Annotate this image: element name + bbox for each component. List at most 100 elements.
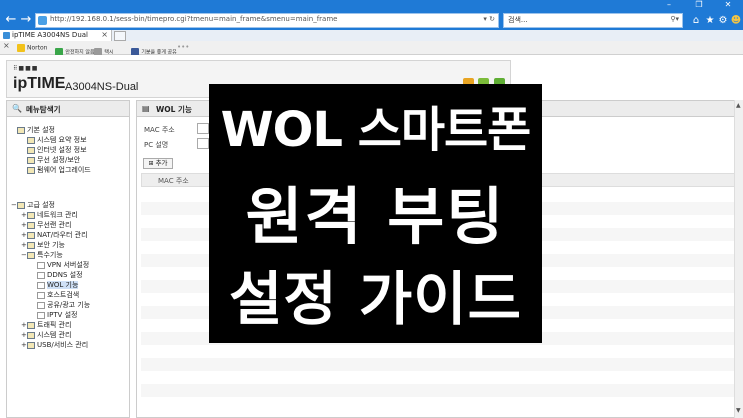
menu-item-label: NAT/라우터 관리 <box>37 231 88 239</box>
menu-item[interactable]: 호스트검색 <box>31 291 79 300</box>
banner-line-3: 설정 가이드 <box>229 265 522 333</box>
page-scrollbar[interactable]: ▲ ▼ <box>734 100 743 418</box>
minimize-button[interactable]: – <box>656 0 682 11</box>
menu-item[interactable]: − 고급 설정 <box>11 201 55 210</box>
search-icon[interactable]: ⚲▾ <box>670 15 679 23</box>
tab-favicon <box>3 32 10 39</box>
add-icon: ⊞ <box>148 160 154 167</box>
refresh-icon[interactable]: ▾ ↻ <box>483 15 495 23</box>
menu-item[interactable]: + 네트워크 관리 <box>21 211 78 220</box>
table-row <box>141 371 735 384</box>
menu-item-label: 기본 설정 <box>27 126 55 134</box>
search-box[interactable]: 검색... ⚲▾ <box>503 13 683 28</box>
scroll-down-icon[interactable]: ▼ <box>736 407 741 414</box>
menu-item-label: 시스템 요약 정보 <box>37 136 87 144</box>
new-tab-button[interactable] <box>114 31 126 41</box>
menu-item[interactable]: 기본 설정 <box>11 126 55 135</box>
menu-item-label: IPTV 설정 <box>47 311 78 319</box>
menu-item-icon <box>27 231 35 239</box>
menu-item-label: 보안 기능 <box>37 241 65 249</box>
tab-close-icon[interactable]: × <box>101 30 108 39</box>
home-icon[interactable]: ⌂ <box>689 13 703 28</box>
maximize-button[interactable]: ❐ <box>686 0 712 11</box>
banner-line-2: 원격 부팅 <box>245 180 506 253</box>
menu-item-icon <box>37 261 45 269</box>
menu-item-label: 시스템 관리 <box>37 331 72 339</box>
menu-item[interactable]: + 보안 기능 <box>21 241 65 250</box>
address-bar[interactable]: http://192.168.0.1/sess-bin/timepro.cgi?… <box>35 13 499 28</box>
table-row <box>141 345 735 358</box>
add-button[interactable]: ⊞ 추가 <box>143 158 173 169</box>
address-text: http://192.168.0.1/sess-bin/timepro.cgi?… <box>50 15 338 23</box>
menu-item-label: 네트워크 관리 <box>37 211 78 219</box>
menu-title: 메뉴탐색기 <box>26 105 61 114</box>
add-button-label: 추가 <box>155 159 168 167</box>
pc-input[interactable] <box>197 138 209 149</box>
menu-item[interactable]: 무선 설정/보안 <box>21 156 80 165</box>
gear-icon[interactable]: ⚙ <box>716 13 730 28</box>
menu-item-icon <box>37 271 45 279</box>
menu-item[interactable]: + USB/서비스 관리 <box>21 341 88 350</box>
menu-item[interactable]: + NAT/라우터 관리 <box>21 231 88 240</box>
forward-icon[interactable]: → <box>18 12 34 28</box>
title-banner: WOL 스마트폰 원격 부팅 설정 가이드 <box>209 84 542 343</box>
menu-item[interactable]: DDNS 설정 <box>31 271 83 280</box>
table-row <box>141 358 735 371</box>
menu-item-label: WOL 기능 <box>47 281 79 289</box>
menu-item-label: 고급 설정 <box>27 201 55 209</box>
menu-item-label: 트래픽 관리 <box>37 321 72 329</box>
menu-item[interactable]: − 특수기능 <box>21 251 63 260</box>
menu-item-icon <box>37 281 45 289</box>
logo-dots-icon: ⠿■■■ <box>13 65 39 72</box>
menu-item[interactable]: VPN 서버설정 <box>31 261 89 270</box>
menu-item-label: 인터넷 설정 정보 <box>37 146 87 154</box>
scroll-up-icon[interactable]: ▲ <box>736 102 741 109</box>
menu-item-icon <box>27 211 35 219</box>
star-icon[interactable]: ★ <box>703 13 717 28</box>
table-row <box>141 384 735 397</box>
menu-item-icon <box>27 146 35 154</box>
menu-item-icon <box>27 341 35 349</box>
close-button[interactable]: ✕ <box>715 0 741 11</box>
menu-item[interactable]: + 트래픽 관리 <box>21 321 71 330</box>
menu-item[interactable]: 시스템 요약 정보 <box>21 136 87 145</box>
menu-item[interactable]: + 무선랜 관리 <box>21 221 71 230</box>
page-favicon <box>38 16 47 25</box>
menu-item-icon <box>27 136 35 144</box>
menu-item-label: 무선 설정/보안 <box>37 156 81 164</box>
menu-item-label: DDNS 설정 <box>47 271 83 279</box>
menu-item-icon <box>17 126 25 134</box>
menu-item[interactable]: 펌웨어 업그레이드 <box>21 166 91 175</box>
menu-item-label: USB/서비스 관리 <box>37 341 89 349</box>
pc-label: PC 설명 <box>144 141 169 149</box>
mac-label: MAC 주소 <box>144 126 175 134</box>
menu-header: 🔍 메뉴탐색기 <box>7 101 129 117</box>
norton-icon <box>17 44 25 52</box>
tab-active[interactable]: ipTIME A3004NS Dual × <box>0 30 112 41</box>
close-toolbar-icon[interactable]: × <box>3 42 10 55</box>
router-model: A3004NS-Dual <box>65 81 139 93</box>
menu-item-label: 공유/광고 기능 <box>47 301 91 309</box>
menu-item-icon <box>27 166 35 174</box>
menu-item-label: 호스트검색 <box>47 291 80 299</box>
menu-item-icon <box>37 311 45 319</box>
menu-item-label: 특수기능 <box>37 251 63 259</box>
mac-input[interactable] <box>197 123 209 134</box>
menu-item[interactable]: 공유/광고 기능 <box>31 301 90 310</box>
menu-item-icon <box>27 241 35 249</box>
menu-item[interactable]: IPTV 설정 <box>31 311 77 320</box>
menu-item[interactable]: + 시스템 관리 <box>21 331 71 340</box>
menu-item-icon <box>27 321 35 329</box>
menu-item-label: VPN 서버설정 <box>47 261 90 269</box>
router-logo: ipTIME <box>13 75 66 92</box>
favorite-taxi[interactable]: 택시 블루 <box>88 42 114 62</box>
search-input[interactable]: 검색... <box>508 15 528 25</box>
smiley-icon[interactable]: ☻ <box>729 13 743 28</box>
menu-item-label: 무선랜 관리 <box>37 221 72 229</box>
favorite-facebook[interactable]: 기분을 좋게 공유 FACEBOOK <box>125 42 177 62</box>
back-icon[interactable]: ← <box>3 12 19 28</box>
menu-item-icon <box>27 251 35 259</box>
menu-item[interactable]: WOL 기능 <box>31 281 79 290</box>
menu-item[interactable]: 인터넷 설정 정보 <box>21 146 87 155</box>
tab-title: ipTIME A3004NS Dual <box>12 31 88 39</box>
